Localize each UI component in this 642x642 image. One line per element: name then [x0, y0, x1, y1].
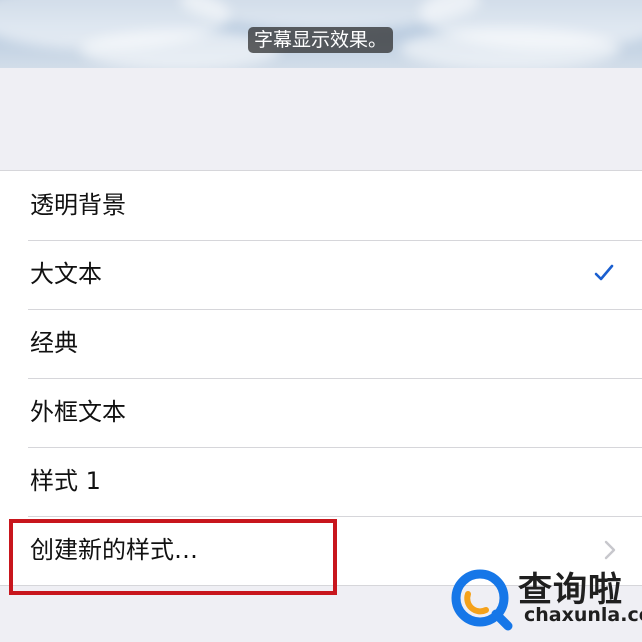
style-option-label: 样式 1: [30, 467, 101, 495]
caption-sample-text: 字幕显示效果。: [248, 27, 394, 53]
caption-preview: 字幕显示效果。: [0, 0, 642, 68]
chevron-right-icon: [604, 540, 616, 560]
watermark-domain: chaxunla.com: [524, 604, 642, 626]
style-option-outline-text[interactable]: 外框文本: [0, 378, 642, 447]
style-option-classic[interactable]: 经典: [0, 309, 642, 378]
checkmark-icon: [594, 264, 614, 281]
style-option-style-1[interactable]: 样式 1: [0, 447, 642, 516]
style-option-label: 经典: [30, 329, 78, 357]
magnifier-logo-icon: [451, 569, 513, 631]
style-option-large-text[interactable]: 大文本: [0, 240, 642, 309]
style-option-label: 透明背景: [30, 191, 126, 219]
annotation-highlight-box: [9, 519, 337, 595]
style-option-label: 大文本: [30, 260, 102, 288]
cloud-decoration: [400, 28, 620, 68]
style-option-label: 外框文本: [30, 398, 126, 426]
style-option-transparent-background[interactable]: 透明背景: [0, 171, 642, 240]
site-watermark: 查询啦 chaxunla.com: [432, 558, 642, 638]
